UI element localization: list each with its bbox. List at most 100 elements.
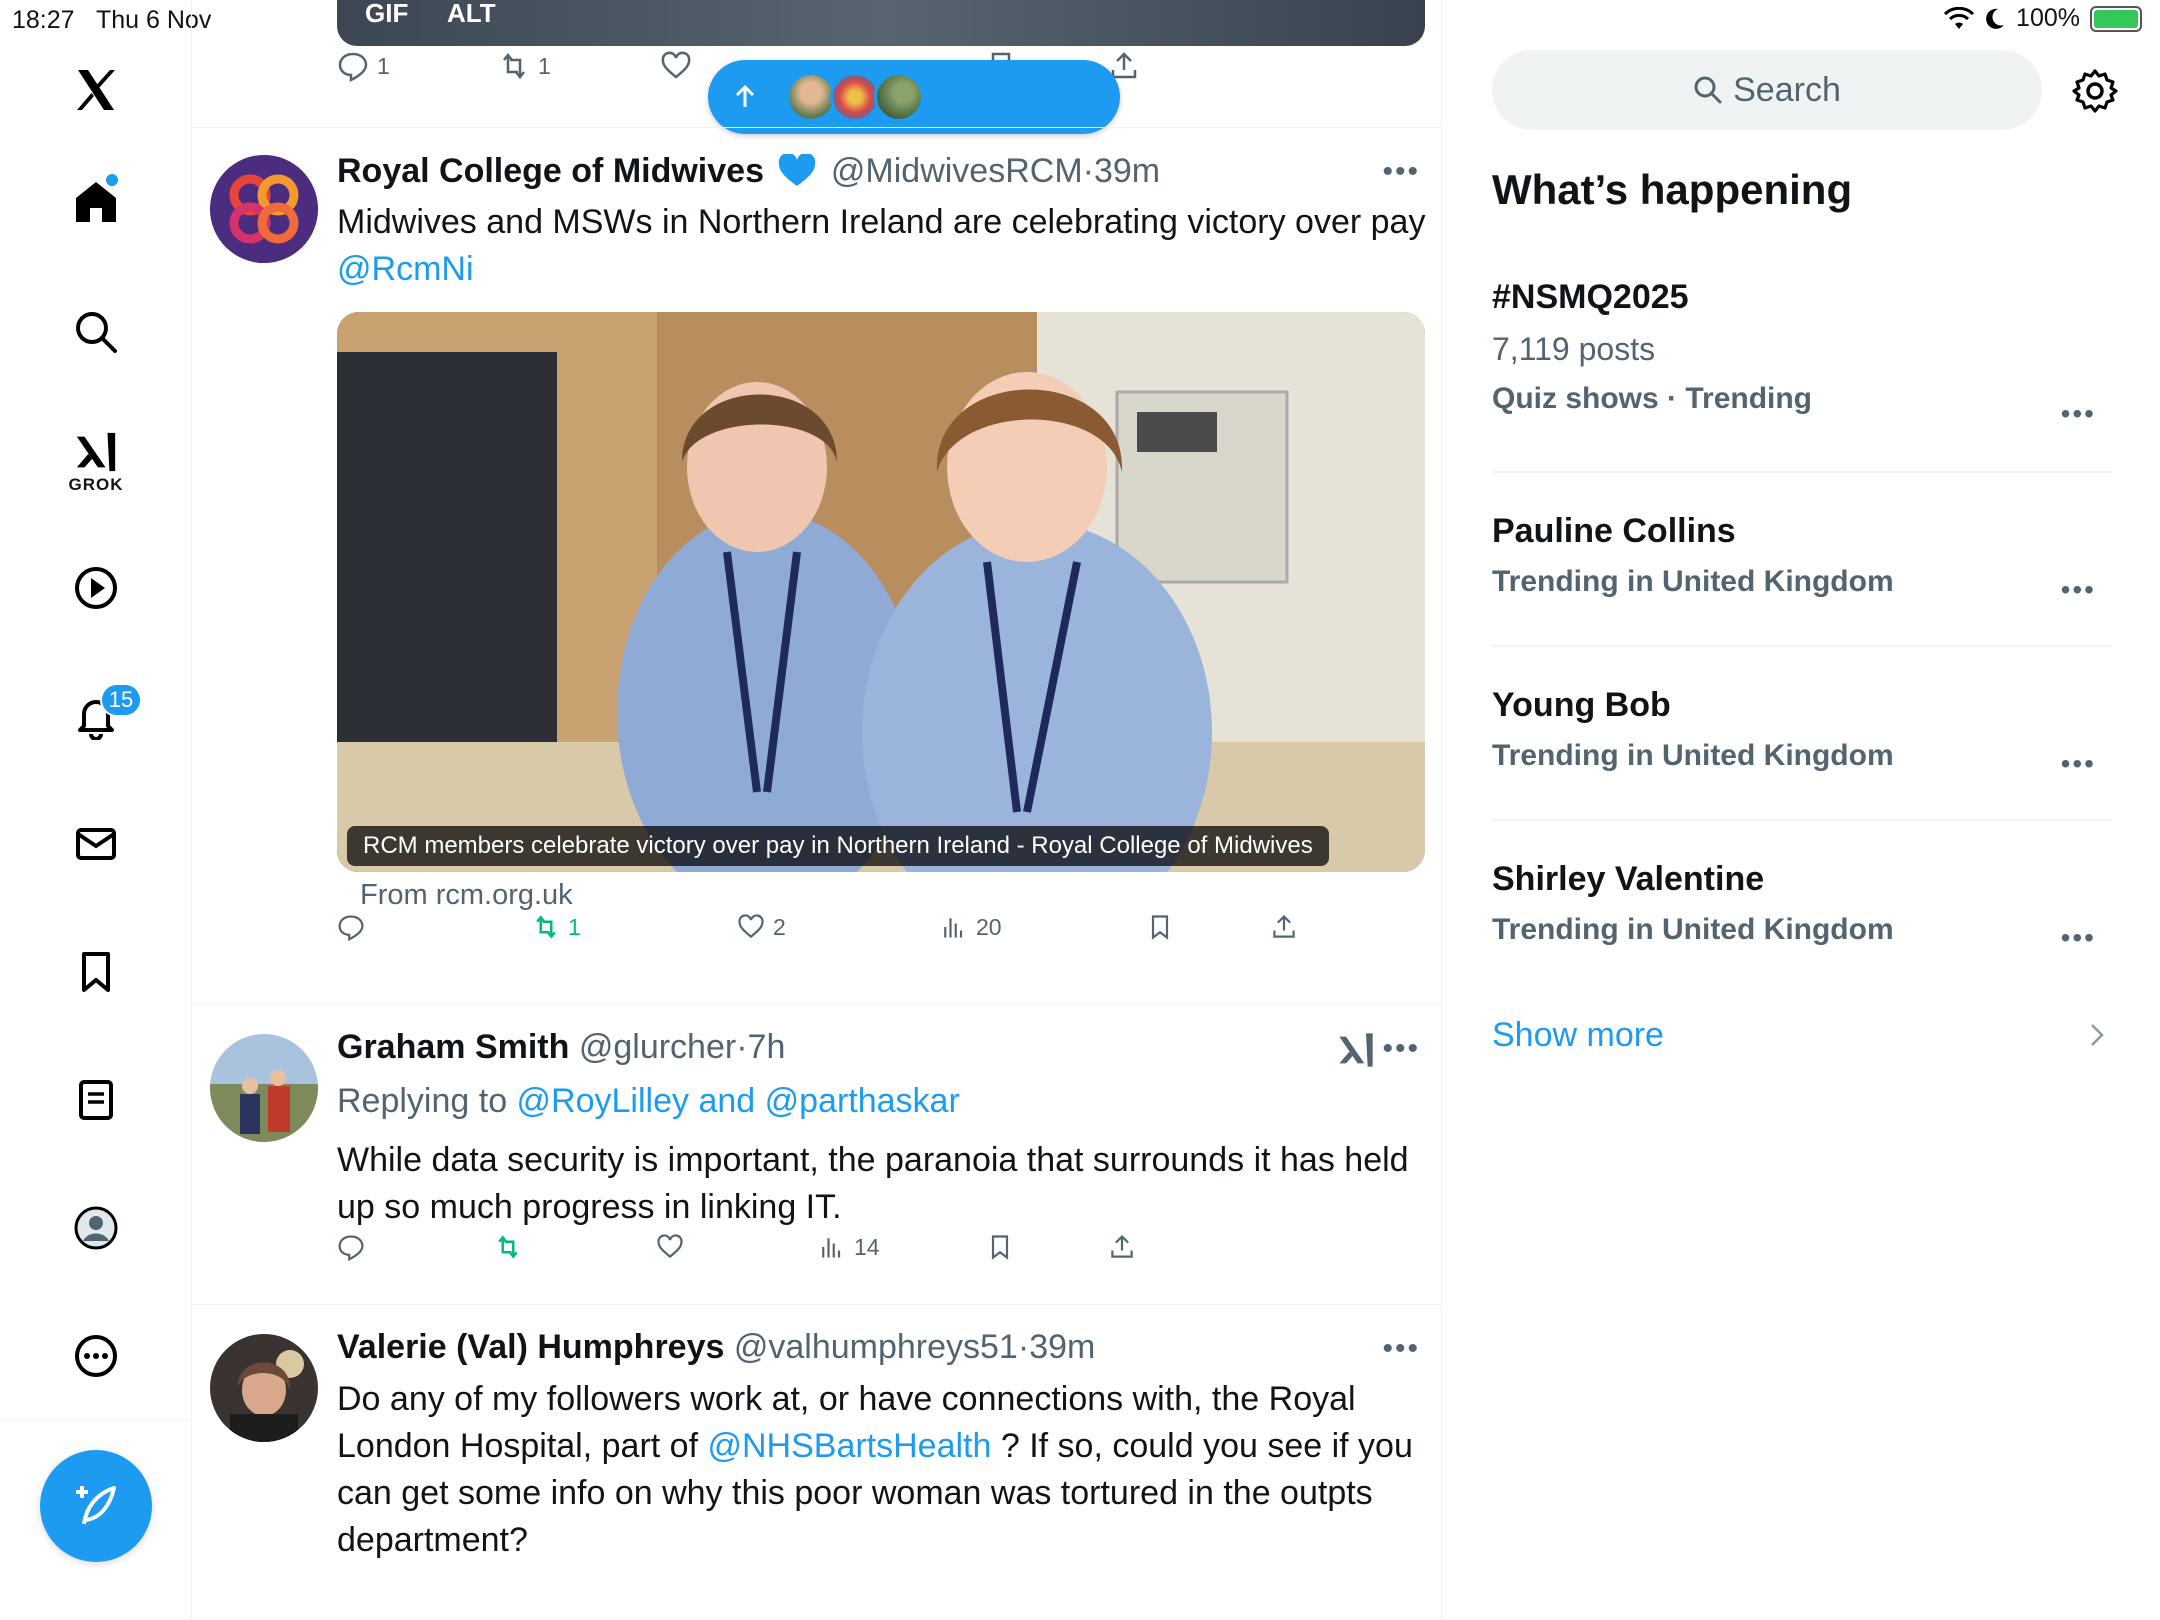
x-logo-icon[interactable] bbox=[66, 60, 126, 120]
mention-link[interactable]: @NHSBartsHealth bbox=[707, 1427, 991, 1465]
gif-tag: GIF bbox=[365, 0, 409, 28]
show-more-link[interactable]: Show more bbox=[1492, 1016, 1664, 1055]
trend-more-icon[interactable]: ••• bbox=[2061, 574, 2096, 606]
search-icon bbox=[1694, 76, 1722, 104]
trend-more-icon[interactable]: ••• bbox=[2061, 398, 2096, 430]
author-handle[interactable]: @MidwivesRCM bbox=[831, 152, 1083, 190]
graham-avatar-photo bbox=[210, 1034, 318, 1142]
verified-heart-icon bbox=[779, 152, 816, 186]
previous-post-media[interactable]: GIF ALT bbox=[337, 0, 1425, 46]
bookmark-button[interactable] bbox=[1146, 913, 1174, 941]
like-button[interactable] bbox=[660, 50, 692, 82]
repost-icon bbox=[536, 915, 556, 939]
author-handle[interactable]: @valhumphreys51 bbox=[734, 1328, 1018, 1366]
alt-tag[interactable]: ALT bbox=[447, 0, 496, 29]
new-posts-pill[interactable] bbox=[708, 60, 1120, 134]
post-time[interactable]: 39m bbox=[1094, 152, 1160, 190]
timeline-feed[interactable]: GIF ALT 1 1 Royal College of Midwives @M… bbox=[192, 0, 1442, 1620]
trend-name: Young Bob bbox=[1492, 686, 1671, 724]
trend-divider bbox=[1492, 471, 2112, 473]
separator-dot: · bbox=[736, 1028, 748, 1066]
author-handle[interactable]: @glurcher bbox=[579, 1028, 736, 1066]
like-button[interactable]: 2 bbox=[737, 913, 786, 941]
author-name[interactable]: Valerie (Val) Humphreys bbox=[337, 1328, 724, 1366]
trend-count: 7,119 posts bbox=[1492, 331, 1656, 367]
post-text: Midwives and MSWs in Northern Ireland ar… bbox=[337, 199, 1427, 293]
repost-button[interactable]: 1 bbox=[532, 913, 581, 941]
trend-item[interactable]: Young Bob Trending in United Kingdom ••• bbox=[1492, 686, 2112, 779]
chevron-right-icon[interactable] bbox=[2082, 1020, 2112, 1050]
heart-icon bbox=[738, 914, 764, 939]
repost-icon bbox=[503, 52, 525, 80]
post-more-icon[interactable]: ••• bbox=[1382, 1332, 1420, 1366]
trend-name: #NSMQ2025 bbox=[1492, 278, 1689, 316]
avatar[interactable] bbox=[210, 1334, 318, 1442]
heart-icon bbox=[657, 1234, 683, 1259]
reply-context: Replying to @RoyLilley and @parthaskar bbox=[337, 1078, 1427, 1125]
search-bar[interactable]: Search bbox=[1492, 50, 2042, 130]
author-name[interactable]: Royal College of Midwives bbox=[337, 152, 764, 190]
bookmarks-icon[interactable] bbox=[66, 942, 126, 1002]
author-name[interactable]: Graham Smith bbox=[337, 1028, 569, 1066]
views-count: 20 bbox=[976, 913, 1002, 940]
link-card-source[interactable]: From rcm.org.uk bbox=[360, 879, 573, 912]
trend-context: Trending in United Kingdom bbox=[1492, 913, 1894, 946]
reply-icon bbox=[338, 915, 364, 941]
post-divider bbox=[192, 1004, 1441, 1005]
trend-more-icon[interactable]: ••• bbox=[2061, 748, 2096, 780]
post-more-icon[interactable]: ••• bbox=[1382, 1032, 1420, 1066]
video-play-icon[interactable] bbox=[66, 558, 126, 618]
repost-button[interactable]: 1 bbox=[498, 50, 551, 82]
post-more-icon[interactable]: ••• bbox=[1382, 155, 1420, 189]
trend-divider bbox=[1492, 819, 2112, 821]
views-button[interactable]: 20 bbox=[940, 913, 1002, 941]
avatar[interactable] bbox=[210, 155, 318, 263]
right-sidebar: Search What’s happening #NSMQ2025 7,119 … bbox=[1442, 0, 2160, 1620]
left-navigation: GROK 15 bbox=[0, 0, 192, 1620]
mention-link[interactable]: @RcmNi bbox=[337, 250, 474, 288]
grok-explain-icon[interactable] bbox=[1336, 1030, 1376, 1070]
post-time[interactable]: 7h bbox=[748, 1028, 786, 1066]
trend-more-icon[interactable]: ••• bbox=[2061, 922, 2096, 954]
search-placeholder: Search bbox=[1733, 70, 1841, 109]
trend-divider bbox=[1492, 645, 2112, 647]
reply-context-prefix: Replying to bbox=[337, 1082, 517, 1120]
notifications-badge: 15 bbox=[100, 683, 142, 717]
gear-icon[interactable] bbox=[2072, 68, 2118, 114]
trend-item[interactable]: Pauline Collins Trending in United Kingd… bbox=[1492, 512, 2112, 605]
more-options-icon[interactable] bbox=[66, 1326, 126, 1386]
post-text: While data security is important, the pa… bbox=[337, 1141, 1409, 1226]
reply-button[interactable] bbox=[337, 913, 365, 941]
avatar[interactable] bbox=[210, 1034, 318, 1142]
new-post-avatar bbox=[786, 72, 836, 122]
post-text-content: Midwives and MSWs in Northern Ireland ar… bbox=[337, 203, 1426, 241]
reply-to-link[interactable]: @RoyLilley and @parthaskar bbox=[517, 1082, 960, 1120]
grok-icon bbox=[76, 432, 116, 472]
bookmark-button[interactable] bbox=[986, 1233, 1014, 1261]
trend-item[interactable]: Shirley Valentine Trending in United Kin… bbox=[1492, 860, 2112, 953]
explore-search-icon[interactable] bbox=[66, 302, 126, 362]
like-button[interactable] bbox=[656, 1233, 684, 1261]
midwives-photo bbox=[337, 312, 1425, 872]
post-header: Royal College of Midwives @MidwivesRCM·3… bbox=[337, 152, 1160, 191]
views-button[interactable]: 14 bbox=[818, 1233, 880, 1261]
reply-button[interactable]: 1 bbox=[337, 50, 390, 82]
lists-icon[interactable] bbox=[66, 1070, 126, 1130]
compose-feather-icon bbox=[76, 1486, 116, 1525]
reply-button[interactable] bbox=[337, 1233, 365, 1261]
views-count: 14 bbox=[854, 1233, 880, 1260]
separator-dot: · bbox=[1017, 1328, 1030, 1366]
share-button[interactable] bbox=[1108, 1233, 1136, 1261]
reply-count: 1 bbox=[377, 52, 390, 79]
post-time[interactable]: 39m bbox=[1029, 1328, 1095, 1366]
trend-item[interactable]: #NSMQ2025 7,119 posts Quiz shows · Trend… bbox=[1492, 278, 2112, 429]
profile-avatar-icon[interactable] bbox=[66, 1198, 126, 1258]
share-button[interactable] bbox=[1270, 913, 1298, 941]
compose-post-button[interactable] bbox=[40, 1450, 152, 1562]
grok-nav-item[interactable]: GROK bbox=[66, 422, 126, 502]
post-divider bbox=[192, 127, 1441, 128]
repost-button[interactable] bbox=[494, 1233, 522, 1261]
link-card-image[interactable]: RCM members celebrate victory over pay i… bbox=[337, 312, 1425, 872]
trend-context: Trending in United Kingdom bbox=[1492, 565, 1894, 598]
messages-envelope-icon[interactable] bbox=[66, 814, 126, 874]
